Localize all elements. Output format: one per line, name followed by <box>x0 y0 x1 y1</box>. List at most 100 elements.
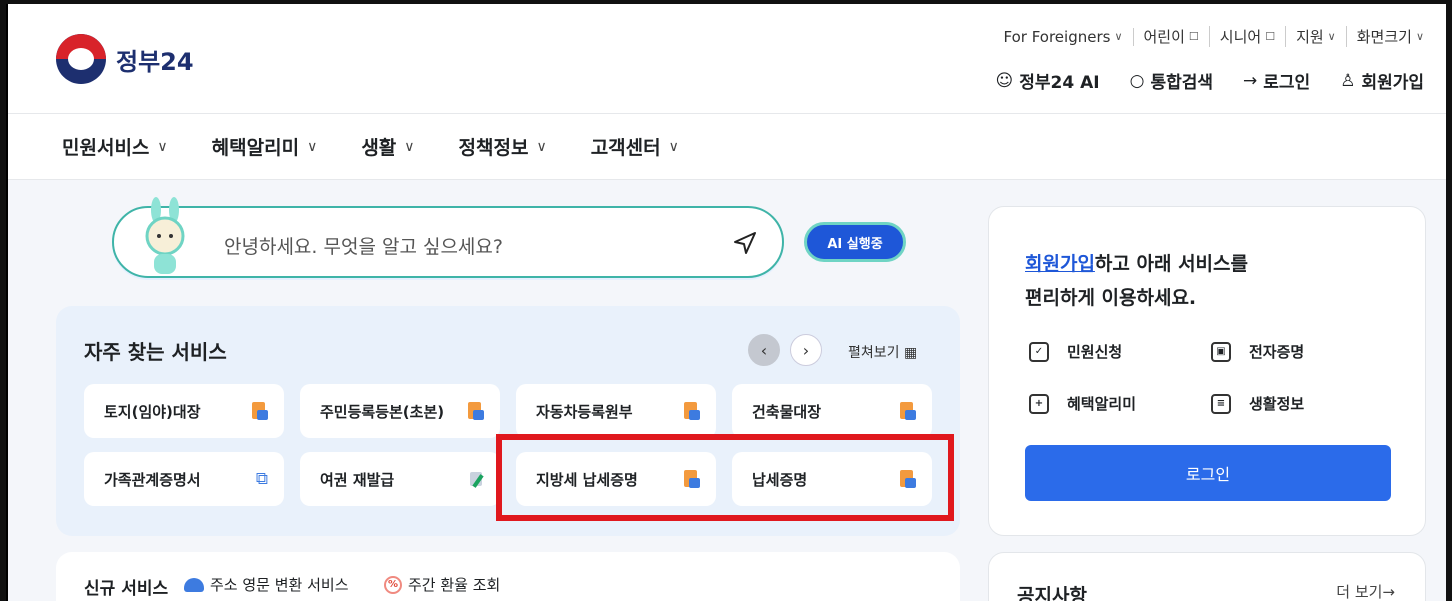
chevron-down-icon: ∨ <box>1327 30 1336 43</box>
document-icon <box>468 402 484 420</box>
util-foreigners-label: For Foreigners <box>1003 27 1111 46</box>
util-font-size[interactable]: 화면크기 ∨ <box>1347 26 1424 47</box>
util-children-label: 어린이 <box>1143 28 1185 46</box>
service-card-building-register[interactable]: 건축물대장 <box>732 384 932 438</box>
chevron-down-icon: ∨ <box>404 138 415 155</box>
new-service-address-translate[interactable]: 주소 영문 변환 서비스 <box>184 574 349 595</box>
new-services-panel: 신규 서비스 주소 영문 변환 서비스 % 주간 환율 조회 <box>56 552 960 601</box>
quick-label: 혜택알리미 <box>1067 395 1137 413</box>
ai-search-box[interactable]: 안녕하세요. 무엇을 알고 싶으세요? <box>112 197 784 278</box>
card-label: 건축물대장 <box>752 402 822 421</box>
signup-label: 회원가입 <box>1361 73 1424 93</box>
header-actions: ☺ 정부24 AI ○ 통합검색 → 로그인 ♙ 회원가입 <box>995 68 1424 94</box>
next-button[interactable]: › <box>790 334 822 366</box>
new-service-label: 주소 영문 변환 서비스 <box>210 576 349 594</box>
util-foreigners[interactable]: For Foreigners ∨ <box>993 27 1134 46</box>
nav-benefits[interactable]: 혜택알리미 ∨ <box>212 133 318 160</box>
card-label: 주민등록등본(초본) <box>320 402 445 421</box>
external-link-icon: ☐ <box>1188 30 1199 43</box>
ai-running-button[interactable]: AI 실행중 <box>804 222 906 262</box>
notice-title: 공지사항 <box>1017 585 1087 601</box>
expand-view-button[interactable]: 펼쳐보기 ▦ <box>848 342 917 362</box>
login-label: 로그인 <box>1263 73 1311 93</box>
ai-label: 정부24 AI <box>1019 73 1100 93</box>
browser-page: 정부24 For Foreigners ∨ 어린이 ☐ 시니어 ☐ 지원 ∨ 화면크기 ∨… <box>6 4 1446 601</box>
site-logo[interactable]: 정부24 <box>56 34 194 84</box>
util-support-label: 지원 <box>1296 28 1324 46</box>
site-header: 정부24 For Foreigners ∨ 어린이 ☐ 시니어 ☐ 지원 ∨ 화면크기 ∨… <box>8 4 1446 114</box>
e-certificate-icon: ▣ <box>1211 341 1231 362</box>
expand-label: 펼쳐보기 <box>848 345 900 361</box>
send-icon[interactable] <box>732 230 758 256</box>
life-info-icon: ≡ <box>1211 393 1231 414</box>
user-add-icon: ♙ <box>1340 70 1356 91</box>
service-card-passport-reissue[interactable]: 여권 재발급 <box>300 452 500 506</box>
gift-icon: + <box>1029 393 1049 414</box>
login-icon: → <box>1243 70 1258 91</box>
login-message: 회원가입하고 아래 서비스를 편리하게 이용하세요. <box>1025 247 1345 315</box>
highlight-box <box>496 434 954 521</box>
new-services-title: 신규 서비스 <box>84 579 169 599</box>
address-icon <box>184 577 204 592</box>
service-card-resident-register[interactable]: 주민등록등본(초본) <box>300 384 500 438</box>
util-senior-label: 시니어 <box>1219 28 1262 46</box>
quick-life-info[interactable]: ≡ 생활정보 <box>1211 393 1304 414</box>
card-label: 토지(임야)대장 <box>104 402 201 421</box>
nav-label: 민원서비스 <box>62 137 150 159</box>
quick-e-certificate[interactable]: ▣ 전자증명 <box>1211 341 1304 362</box>
util-support[interactable]: 지원 ∨ <box>1286 26 1347 47</box>
integrated-search-button[interactable]: ○ 통합검색 <box>1130 68 1214 94</box>
nav-label: 생활 <box>361 137 397 159</box>
chevron-down-icon: ∨ <box>536 138 547 155</box>
util-senior[interactable]: 시니어 ☐ <box>1210 26 1287 47</box>
nav-customer-center[interactable]: 고객센터 ∨ <box>591 133 679 160</box>
chevron-down-icon: ∨ <box>1415 30 1424 43</box>
nav-life[interactable]: 생활 ∨ <box>361 133 414 160</box>
quick-civil-request[interactable]: ✓ 민원신청 <box>1029 341 1122 362</box>
util-font-size-label: 화면크기 <box>1356 28 1412 46</box>
login-button[interactable]: 로그인 <box>1025 445 1391 501</box>
util-children[interactable]: 어린이 ☐ <box>1134 26 1210 47</box>
main-nav: 민원서비스 ∨ 혜택알리미 ∨ 생활 ∨ 정책정보 ∨ 고객센터 ∨ <box>8 114 1446 180</box>
notice-panel: 공지사항 더 보기→ <box>988 552 1426 601</box>
taegeuk-logo-icon <box>56 34 106 84</box>
civil-request-icon: ✓ <box>1029 341 1049 362</box>
grid-icon: ▦ <box>903 345 918 361</box>
service-card-vehicle-register[interactable]: 자동차등록원부 <box>516 384 716 438</box>
login-link[interactable]: → 로그인 <box>1243 68 1311 94</box>
external-link-icon: ⧉ <box>255 469 268 489</box>
card-label: 가족관계증명서 <box>104 470 201 489</box>
new-service-label: 주간 환율 조회 <box>408 576 501 594</box>
chevron-down-icon: ∨ <box>668 138 679 155</box>
quick-label: 민원신청 <box>1067 343 1123 361</box>
login-message-line2: 편리하게 이용하세요. <box>1025 287 1197 309</box>
quick-benefits[interactable]: + 혜택알리미 <box>1029 393 1136 414</box>
pager: ‹ › <box>748 334 822 366</box>
nav-label: 고객센터 <box>590 137 661 159</box>
quick-label: 전자증명 <box>1249 343 1305 361</box>
frequent-title: 자주 찾는 서비스 <box>84 340 227 364</box>
chevron-down-icon: ∨ <box>307 138 318 155</box>
ai-bunny-icon: ☺ <box>995 70 1014 91</box>
service-card-land-register[interactable]: 토지(임야)대장 <box>84 384 284 438</box>
nav-civil-service[interactable]: 민원서비스 ∨ <box>62 133 168 160</box>
document-icon <box>900 402 916 420</box>
signup-link[interactable]: ♙ 회원가입 <box>1340 68 1424 94</box>
signup-inline-link[interactable]: 회원가입 <box>1025 253 1095 275</box>
logo-text: 정부24 <box>116 47 194 76</box>
prev-button[interactable]: ‹ <box>748 334 780 366</box>
search-label: 통합검색 <box>1150 73 1214 93</box>
ai-button[interactable]: ☺ 정부24 AI <box>995 68 1100 94</box>
quick-label: 생활정보 <box>1249 395 1305 413</box>
login-panel: 회원가입하고 아래 서비스를 편리하게 이용하세요. ✓ 민원신청 ▣ 전자증명 +… <box>988 206 1426 536</box>
document-icon <box>684 402 700 420</box>
search-placeholder: 안녕하세요. 무엇을 알고 싶으세요? <box>224 236 503 258</box>
nav-policy[interactable]: 정책정보 ∨ <box>459 133 547 160</box>
edit-document-icon <box>470 470 484 488</box>
nav-label: 혜택알리미 <box>211 137 300 159</box>
new-service-exchange-rate[interactable]: % 주간 환율 조회 <box>384 574 500 595</box>
chevron-down-icon: ∨ <box>157 138 168 155</box>
notice-more-link[interactable]: 더 보기→ <box>1336 581 1395 601</box>
login-message-text: 하고 아래 서비스를 <box>1094 253 1248 275</box>
service-card-family-relation[interactable]: 가족관계증명서 ⧉ <box>84 452 284 506</box>
